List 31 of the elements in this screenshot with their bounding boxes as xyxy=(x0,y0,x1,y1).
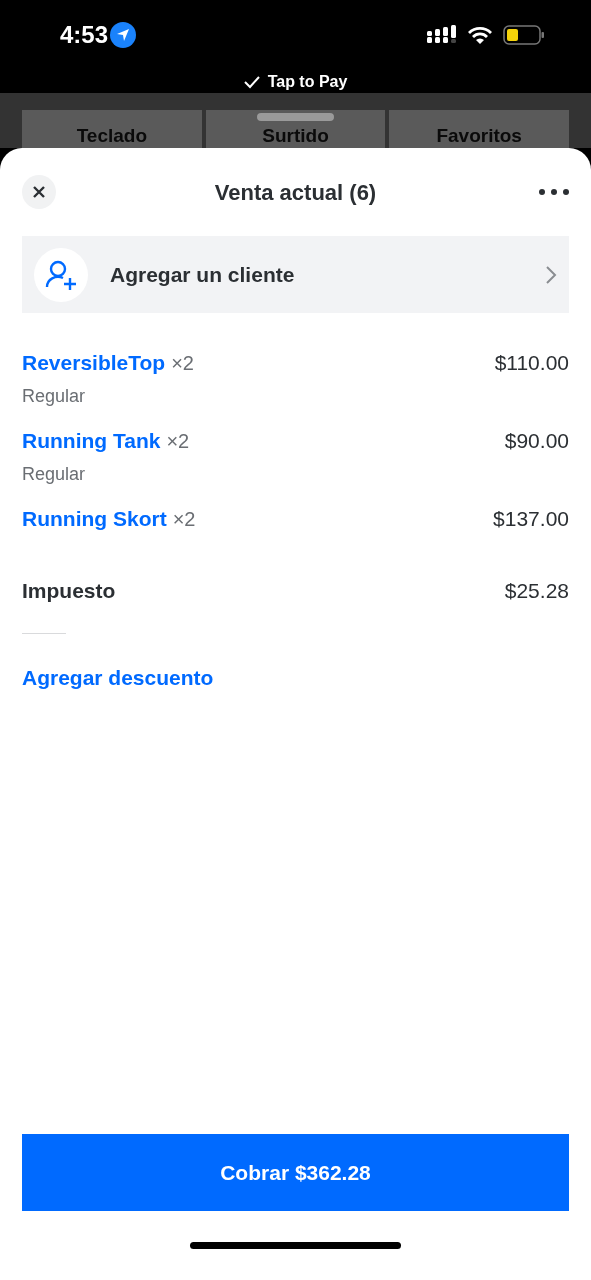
checkmark-icon xyxy=(243,74,260,89)
add-customer-row[interactable]: Agregar un cliente xyxy=(22,236,569,313)
more-icon xyxy=(539,189,569,195)
background-tab[interactable]: Teclado xyxy=(22,110,202,148)
item-quantity: ×2 xyxy=(172,507,196,532)
close-icon xyxy=(33,186,45,198)
close-button[interactable] xyxy=(22,175,56,209)
item-price: $110.00 xyxy=(494,350,569,376)
item-name-link[interactable]: Running Skort xyxy=(22,503,167,535)
item-name-link[interactable]: ReversibleTop xyxy=(22,347,166,379)
item-price: $137.00 xyxy=(493,506,569,532)
item-quantity: ×2 xyxy=(166,429,190,454)
chevron-right-icon xyxy=(545,264,557,285)
item-price: $90.00 xyxy=(504,428,569,454)
tax-label: Impuesto xyxy=(22,578,116,604)
clock-time: 4:53 xyxy=(60,20,109,50)
tap-to-pay-label: Tap to Pay xyxy=(267,71,348,92)
item-variant: Regular xyxy=(22,384,87,408)
sheet-title: Venta actual (6) xyxy=(214,178,377,207)
charge-button[interactable]: Cobrar $362.28 xyxy=(22,1134,569,1211)
background-tab[interactable]: Favoritos xyxy=(389,110,569,148)
item-name-link[interactable]: Running Tank xyxy=(22,425,161,457)
signal-icon xyxy=(427,25,457,45)
location-icon xyxy=(110,22,137,48)
battery-icon xyxy=(503,24,545,46)
add-discount-link[interactable]: Agregar descuento xyxy=(22,661,214,693)
item-quantity: ×2 xyxy=(171,351,194,376)
background-tab[interactable]: Surtido xyxy=(205,110,386,148)
tax-amount: $25.28 xyxy=(504,578,569,604)
wifi-icon xyxy=(467,25,493,45)
item-variant: Regular xyxy=(22,462,87,486)
